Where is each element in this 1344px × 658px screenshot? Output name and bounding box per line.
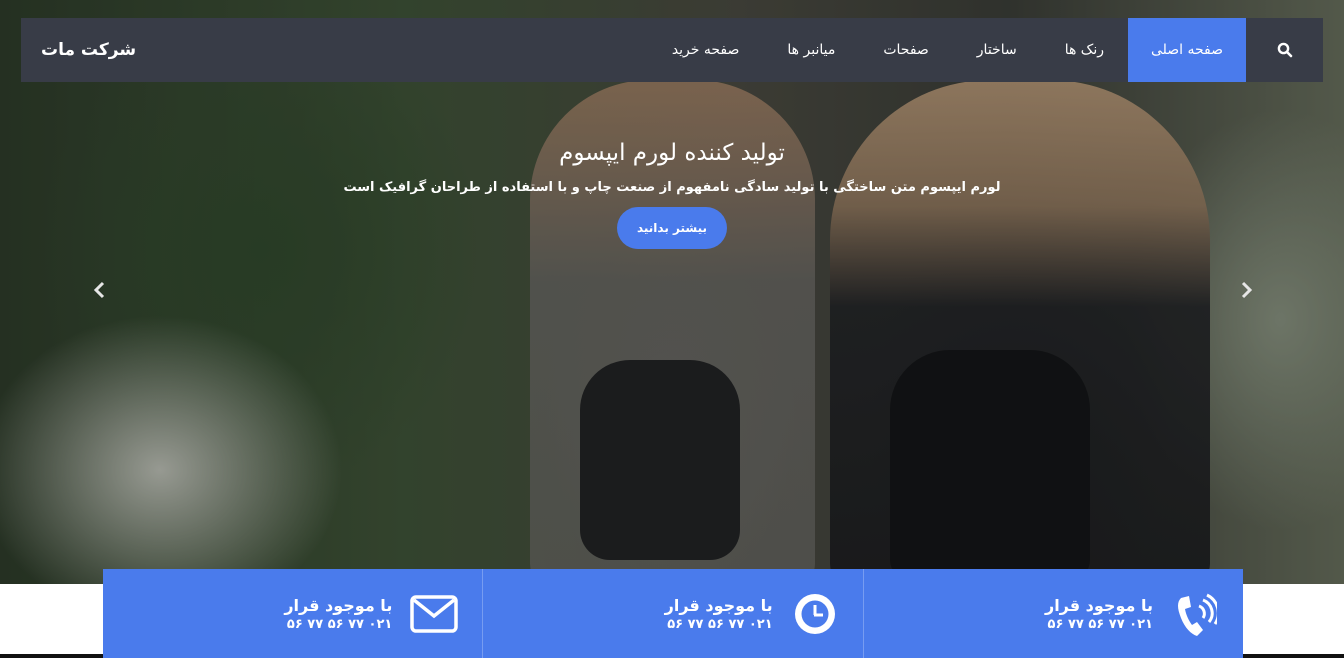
info-title: با موجود قرار: [664, 595, 773, 615]
slider-next-button[interactable]: [1236, 280, 1256, 300]
phone-icon: [1169, 588, 1221, 640]
info-phone-number: ۰۲۱ ۷۷ ۵۶ ۷۷ ۵۶: [286, 616, 393, 632]
nav-item-home[interactable]: صفحه اصلی: [1128, 18, 1246, 82]
info-phone-number: ۰۲۱ ۷۷ ۵۶ ۷۷ ۵۶: [1047, 616, 1153, 632]
contact-info-bar: با موجود قرار ۰۲۱ ۷۷ ۵۶ ۷۷ ۵۶ با موجود ق…: [103, 569, 1243, 658]
hero-photo-backpack-left: [580, 360, 740, 560]
chevron-right-icon: [1241, 281, 1253, 299]
hero-photo-backpack-right: [890, 350, 1090, 580]
info-cell-email: با موجود قرار ۰۲۱ ۷۷ ۵۶ ۷۷ ۵۶: [103, 569, 484, 658]
nav-item-shortcuts[interactable]: میانبر ها: [763, 18, 859, 82]
info-cell-phone: با موجود قرار ۰۲۱ ۷۷ ۵۶ ۷۷ ۵۶: [864, 569, 1243, 658]
nav-item-colors[interactable]: رنک ها: [1041, 18, 1128, 82]
hero-title: تولید کننده لورم ایپسوم: [559, 140, 785, 166]
info-phone-number: ۰۲۱ ۷۷ ۵۶ ۷۷ ۵۶: [667, 616, 773, 632]
learn-more-button[interactable]: بیشتر بدانید: [616, 207, 728, 249]
envelope-icon: [408, 588, 460, 640]
hero-slider: [0, 0, 1344, 584]
info-cell-hours: با موجود قرار ۰۲۱ ۷۷ ۵۶ ۷۷ ۵۶: [483, 569, 864, 658]
navbar: شرکت مات صفحه اصلی رنک ها ساختار صفحات م…: [21, 18, 1323, 82]
hero-caption: تولید کننده لورم ایپسوم لورم ایپسوم متن …: [0, 140, 1344, 249]
nav-menu: صفحه اصلی رنک ها ساختار صفحات میانبر ها …: [648, 18, 1323, 82]
clock-icon: [789, 588, 841, 640]
search-button[interactable]: [1246, 18, 1323, 82]
info-title: با موجود قرار: [284, 595, 393, 615]
chevron-left-icon: [93, 281, 105, 299]
nav-item-pages[interactable]: صفحات: [859, 18, 952, 82]
hero-subtitle: لورم ایپسوم متن ساختگی با تولید سادگی نا…: [343, 180, 1001, 195]
slider-prev-button[interactable]: [90, 280, 110, 300]
search-icon: [1277, 42, 1292, 58]
nav-item-structure[interactable]: ساختار: [953, 18, 1041, 82]
nav-item-shop[interactable]: صفحه خرید: [648, 18, 764, 82]
brand-logo[interactable]: شرکت مات: [41, 18, 136, 82]
info-title: با موجود قرار: [1044, 595, 1153, 615]
